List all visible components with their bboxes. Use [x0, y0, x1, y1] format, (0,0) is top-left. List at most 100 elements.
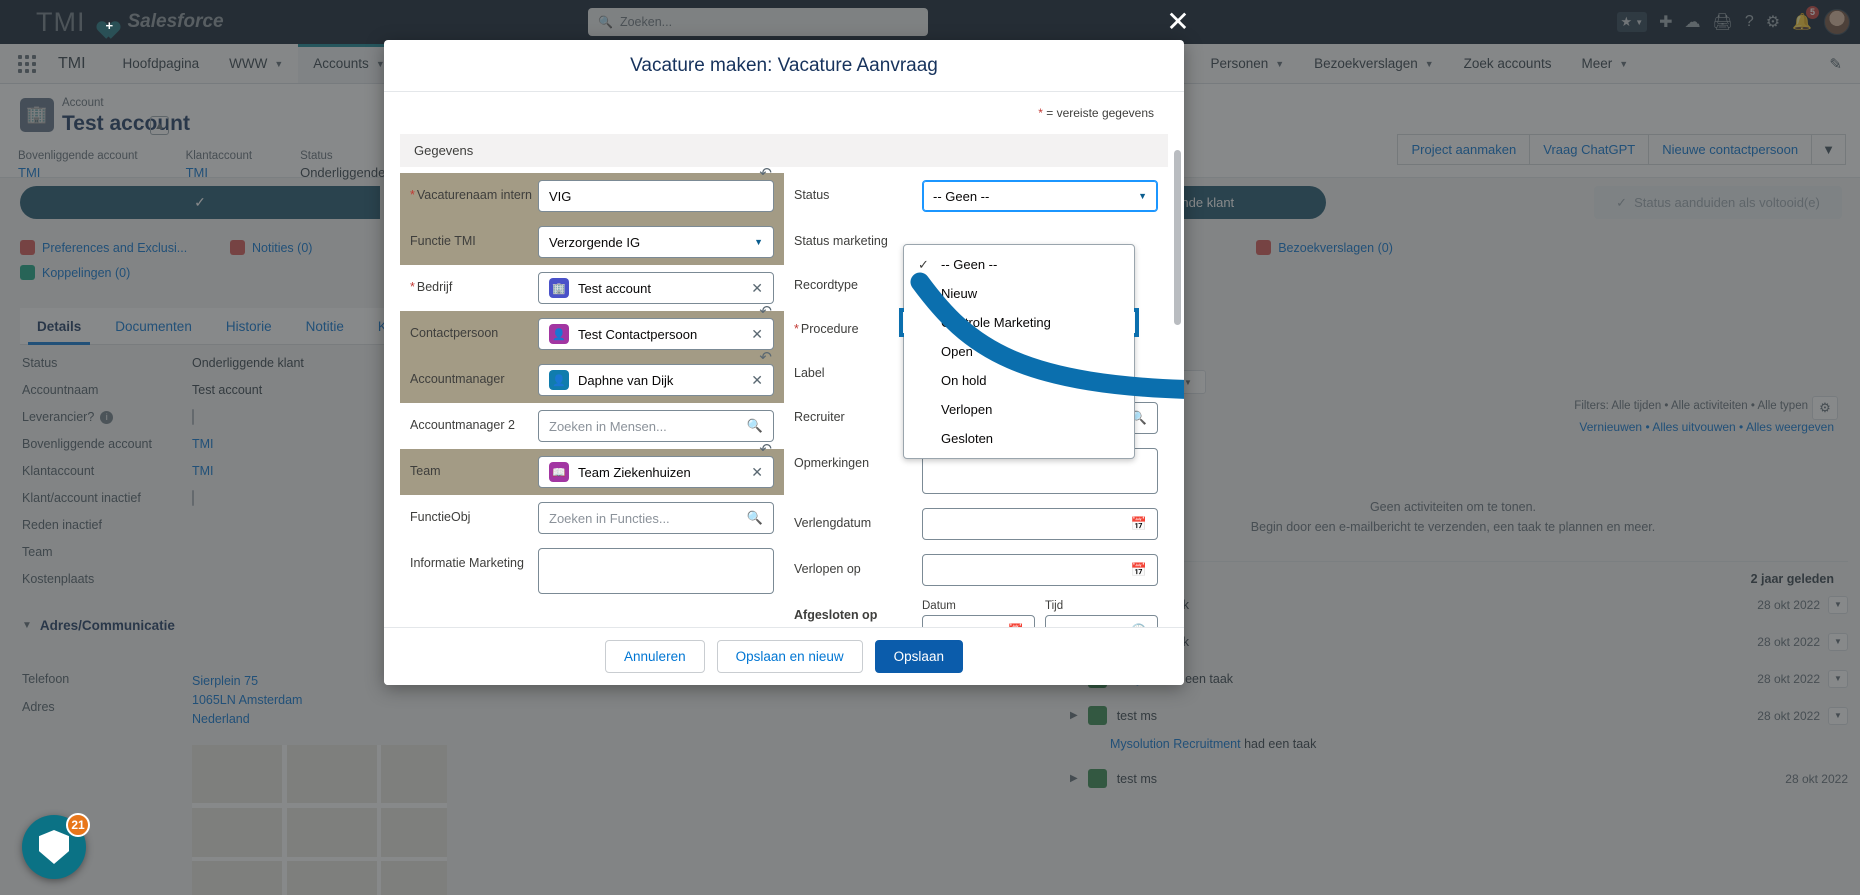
functie-tmi-select[interactable]: Verzorgende IG ▼ — [538, 226, 774, 258]
section-header-gegevens: Gegevens — [400, 134, 1168, 167]
input-placeholder: Zoeken in Mensen... — [549, 418, 667, 434]
chat-launcher-button[interactable]: 21 — [22, 813, 90, 879]
field-control: Zoeken in Mensen... 🔍 — [538, 410, 774, 442]
calendar-icon[interactable]: 📅 — [1131, 562, 1147, 578]
field-label: FunctieObj — [410, 510, 471, 524]
revert-icon[interactable]: ↶ — [759, 166, 772, 181]
field-control: ↶ VIG — [538, 166, 774, 212]
field-label: Verlengdatum — [794, 516, 872, 530]
vacaturenaam-intern-input[interactable]: VIG — [538, 180, 774, 212]
datetime-date-group: Datum 📅 — [922, 600, 1035, 627]
revert-icon[interactable]: ↶ — [759, 442, 772, 457]
afgesloten-op-time-input[interactable]: 🕐 — [1045, 615, 1158, 627]
field-control: ↶ 👤 Daphne van Dijk ✕ — [538, 350, 774, 396]
lookup-value: Test Contactpersoon — [578, 326, 698, 342]
functieobj-search[interactable]: Zoeken in Functies... 🔍 — [538, 502, 774, 534]
field-control — [538, 548, 774, 594]
revert-icon[interactable]: ↶ — [759, 350, 772, 365]
field-contactpersoon: Contactpersoon ↶ 👤 Test Contactpersoon ✕ — [400, 304, 784, 357]
modal-scrollbar[interactable] — [1174, 150, 1181, 325]
option-label: Controle Marketing — [941, 315, 1051, 330]
picklist-value: -- Geen -- — [933, 188, 990, 204]
chevron-down-icon: ▼ — [754, 237, 763, 247]
label-text: Vacaturenaam intern — [416, 188, 532, 202]
field-label: Verlopen op — [794, 562, 861, 576]
dropdown-option-open[interactable]: Open — [904, 337, 1134, 366]
field-label: Contactpersoon — [410, 326, 499, 340]
dropdown-option-nieuw[interactable]: Nieuw — [904, 279, 1134, 308]
team-icon: 📖 — [549, 462, 569, 482]
field-label: Accountmanager — [410, 372, 505, 386]
field-accountmanager-2: Accountmanager 2 Zoeken in Mensen... 🔍 — [400, 403, 784, 449]
plus-glyph: + — [105, 18, 114, 33]
field-label: Afgesloten op — [794, 608, 878, 622]
form-column-left: *Vacaturenaam intern ↶ VIG Functie TMI — [400, 166, 784, 627]
field-label: Status — [794, 188, 830, 202]
field-verlengdatum: Verlengdatum 📅 — [784, 501, 1168, 547]
field-label: Informatie Marketing — [410, 556, 524, 570]
create-vacature-modal: Vacature maken: Vacature Aanvraag * = ve… — [384, 40, 1184, 685]
field-label: Accountmanager 2 — [410, 418, 515, 432]
dropdown-option-geen[interactable]: ✓ -- Geen -- — [904, 250, 1134, 279]
save-button[interactable]: Opslaan — [874, 640, 963, 673]
bedrijf-lookup[interactable]: 🏢 Test account ✕ — [538, 272, 774, 304]
calendar-icon[interactable]: 📅 — [1008, 623, 1024, 627]
label-text: Procedure — [800, 322, 859, 336]
close-icon[interactable]: ✕ — [751, 326, 763, 343]
field-control: ↶ 👤 Test Contactpersoon ✕ — [538, 304, 774, 350]
field-verlopen-op: Verlopen op 📅 — [784, 547, 1168, 593]
option-label: Open — [941, 344, 973, 359]
revert-icon[interactable]: ↶ — [759, 304, 772, 319]
accountmanager-lookup[interactable]: 👤 Daphne van Dijk ✕ — [538, 364, 774, 396]
field-control: ↶ 📖 Team Ziekenhuizen ✕ — [538, 442, 774, 488]
required-star: * — [410, 188, 415, 202]
status-dropdown-menu: ✓ -- Geen -- Nieuw Controle Marketing Op… — [899, 244, 1139, 459]
field-control: Verzorgende IG ▼ — [538, 226, 774, 258]
field-control: 📅 — [922, 554, 1158, 586]
verlengdatum-date-input[interactable]: 📅 — [922, 508, 1158, 540]
close-icon[interactable]: ✕ — [751, 280, 763, 297]
field-label: * Vacaturenaam intern — [410, 180, 538, 203]
team-lookup[interactable]: 📖 Team Ziekenhuizen ✕ — [538, 456, 774, 488]
dropdown-option-controle-marketing[interactable]: Controle Marketing — [904, 308, 1134, 337]
account-icon: 🏢 — [549, 278, 569, 298]
field-control: 📅 — [922, 508, 1158, 540]
user-icon: 👤 — [549, 370, 569, 390]
required-star: * — [1038, 106, 1043, 120]
save-and-new-button[interactable]: Opslaan en nieuw — [716, 640, 863, 673]
close-icon[interactable]: ✕ — [1160, 7, 1196, 37]
search-icon[interactable]: 🔍 — [747, 510, 763, 526]
verlopen-op-date-input[interactable]: 📅 — [922, 554, 1158, 586]
close-icon[interactable]: ✕ — [751, 372, 763, 389]
dropdown-option-gesloten[interactable]: Gesloten — [904, 424, 1134, 453]
field-control: Datum 📅 Tijd 🕐 — [922, 600, 1158, 627]
modal-footer: Annuleren Opslaan en nieuw Opslaan — [384, 627, 1184, 685]
dropdown-option-on-hold[interactable]: On hold — [904, 366, 1134, 395]
informatie-marketing-textarea[interactable] — [538, 548, 774, 594]
search-icon[interactable]: 🔍 — [747, 418, 763, 434]
status-picklist[interactable]: -- Geen -- ▼ — [922, 180, 1158, 212]
contactpersoon-lookup[interactable]: 👤 Test Contactpersoon ✕ — [538, 318, 774, 350]
clock-icon[interactable]: 🕐 — [1131, 623, 1147, 627]
afgesloten-op-date-input[interactable]: 📅 — [922, 615, 1035, 627]
dropdown-option-verlopen[interactable]: Verlopen — [904, 395, 1134, 424]
shield-icon — [39, 830, 69, 864]
field-informatie-marketing: Informatie Marketing — [400, 541, 784, 601]
field-functieobj: FunctieObj Zoeken in Functies... 🔍 — [400, 495, 784, 541]
accountmanager-2-search[interactable]: Zoeken in Mensen... 🔍 — [538, 410, 774, 442]
option-label: On hold — [941, 373, 987, 388]
required-legend-text: = vereiste gegevens — [1046, 106, 1154, 120]
field-control: -- Geen -- ▼ — [922, 180, 1158, 212]
field-team: Team ↶ 📖 Team Ziekenhuizen ✕ — [400, 442, 784, 495]
sub-label-tijd: Tijd — [1045, 600, 1064, 612]
calendar-icon[interactable]: 📅 — [1131, 516, 1147, 532]
cancel-button[interactable]: Annuleren — [605, 640, 705, 673]
close-icon[interactable]: ✕ — [751, 464, 763, 481]
modal-body: * = vereiste gegevens Gegevens * Vacature… — [384, 92, 1184, 627]
label-text: Bedrijf — [416, 280, 453, 294]
field-functie-tmi: Functie TMI Verzorgende IG ▼ — [400, 219, 784, 265]
check-icon: ✓ — [918, 256, 929, 272]
option-label: -- Geen -- — [941, 257, 998, 272]
lookup-value: Test account — [578, 280, 651, 296]
datetime-subfields: Datum 📅 Tijd 🕐 — [922, 600, 1158, 627]
